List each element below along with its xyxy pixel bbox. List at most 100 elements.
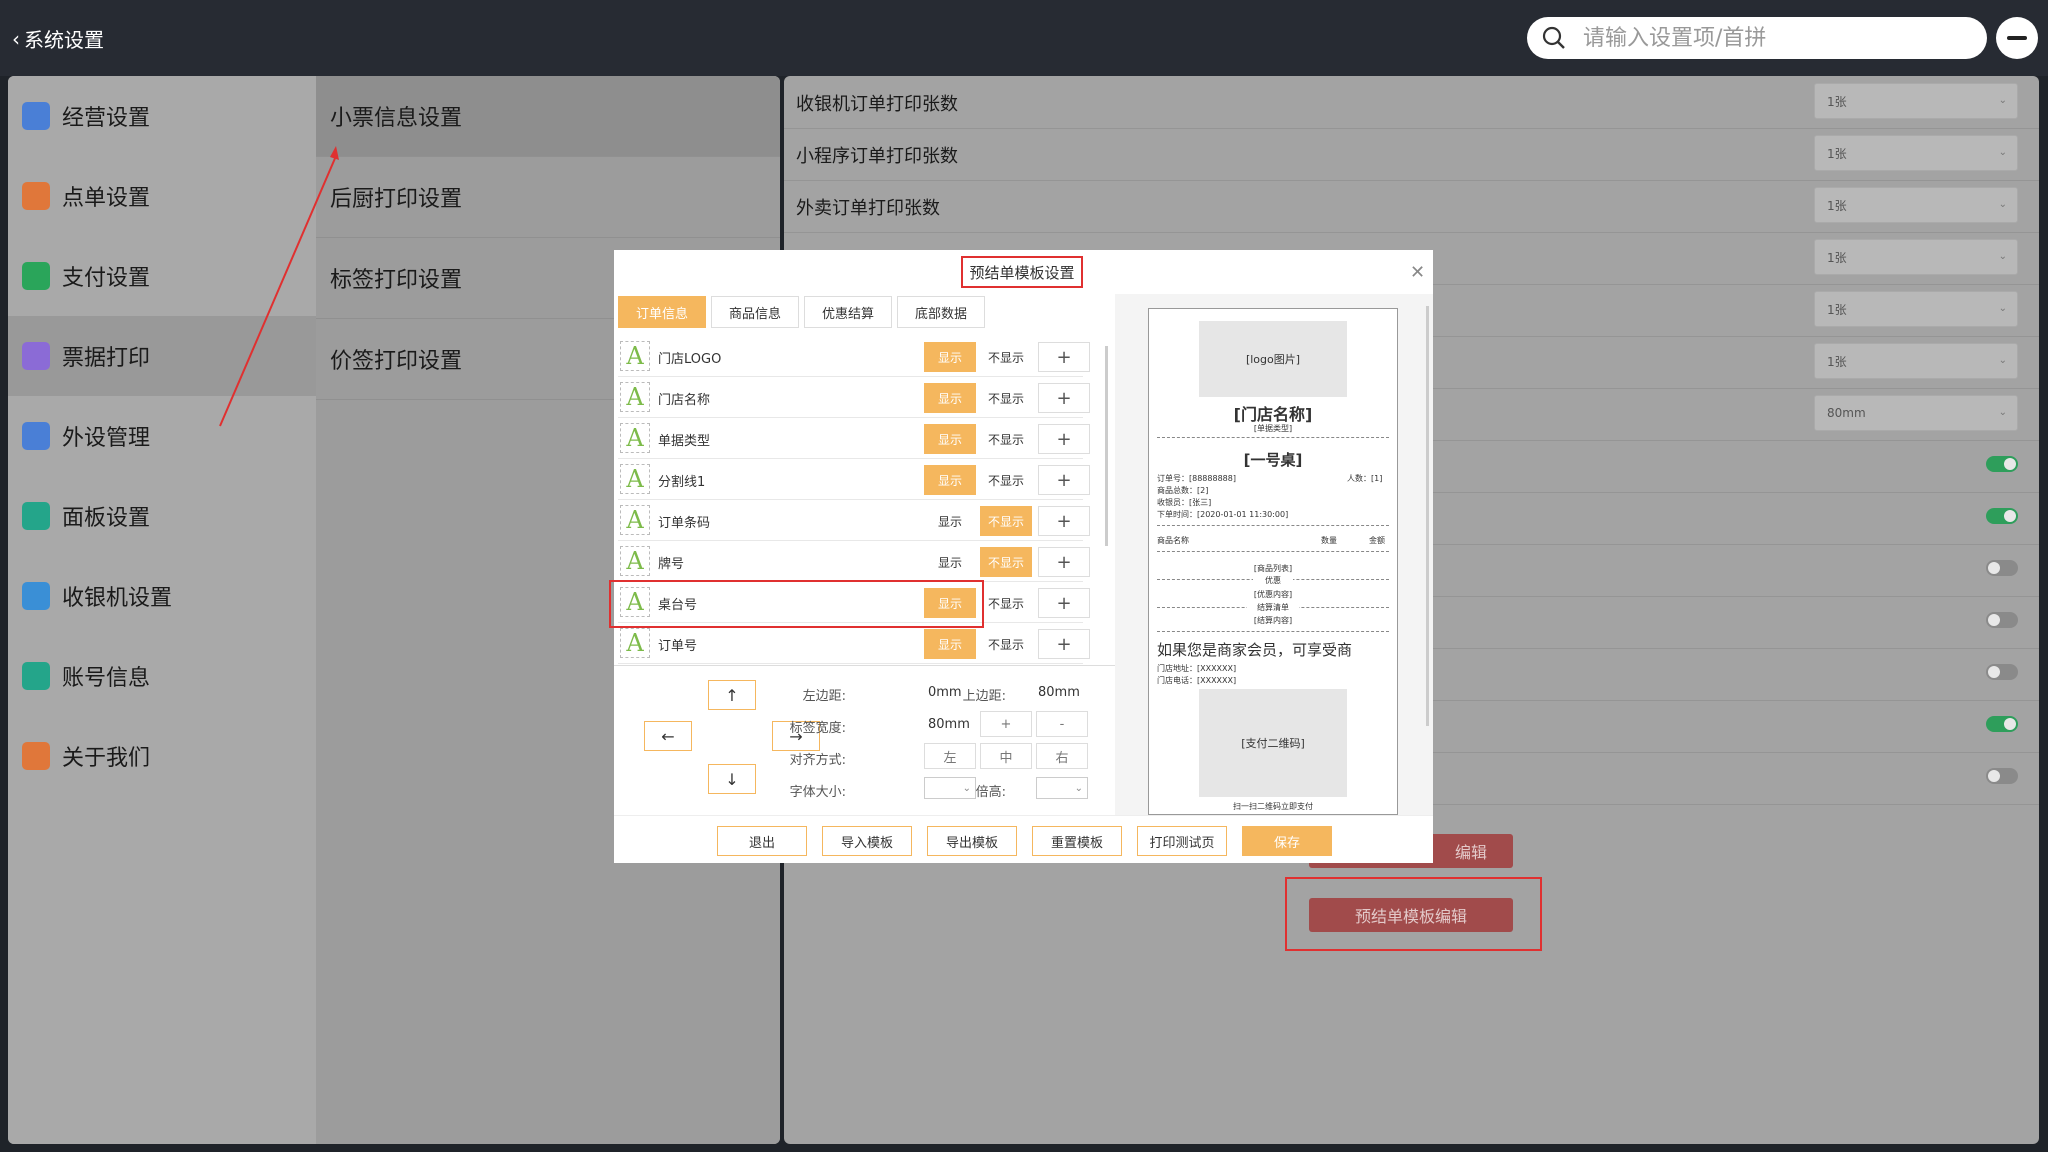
hide-button[interactable]: 不显示 — [980, 588, 1032, 618]
show-button[interactable]: 显示 — [924, 424, 976, 454]
nav-item-label: 外设管理 — [62, 426, 151, 451]
tab-0[interactable]: 订单信息 — [618, 296, 706, 328]
add-button[interactable]: + — [1038, 547, 1090, 577]
footer-button-4[interactable]: 打印测试页 — [1137, 826, 1227, 856]
field-highlight-box — [609, 580, 984, 628]
tab-1[interactable]: 商品信息 — [711, 296, 799, 328]
store-phone: 门店电话：[XXXXXX] — [1157, 676, 1237, 685]
add-button[interactable]: + — [1038, 383, 1090, 413]
hide-button[interactable]: 不显示 — [980, 629, 1032, 659]
width-minus-button[interactable]: - — [1036, 711, 1088, 737]
field-name: 门店名称 — [658, 393, 711, 408]
setting-select[interactable]: 80mm ⌄ — [1814, 395, 2018, 431]
setting-select[interactable]: 1张 ⌄ — [1814, 135, 2018, 171]
add-button[interactable]: + — [1038, 506, 1090, 536]
add-button[interactable]: + — [1038, 629, 1090, 659]
hide-button[interactable]: 不显示 — [980, 424, 1032, 454]
footer-button-3[interactable]: 重置模板 — [1032, 826, 1122, 856]
search-input[interactable] — [1581, 24, 1965, 52]
preview-scrollbar[interactable] — [1426, 306, 1429, 726]
setting-select[interactable]: 1张 ⌄ — [1814, 291, 2018, 327]
setting-value: 1张 — [1827, 198, 1847, 213]
nav-item-5[interactable]: 面板设置 — [8, 476, 316, 556]
nav-item-7[interactable]: 账号信息 — [8, 636, 316, 716]
text-field-icon: A — [620, 628, 650, 658]
move-up-button[interactable]: ↑ — [708, 680, 756, 710]
setting-value: 1张 — [1827, 354, 1847, 369]
show-button[interactable]: 显示 — [924, 547, 976, 577]
move-down-button[interactable]: ↓ — [708, 764, 756, 794]
chevron-down-icon: ⌄ — [1998, 303, 2007, 314]
info-icon — [22, 742, 50, 770]
height-select[interactable]: ⌄ — [1036, 777, 1088, 799]
label-width-value: 80mm — [928, 717, 970, 732]
toggle-switch[interactable] — [1986, 664, 2018, 680]
toggle-switch[interactable] — [1986, 612, 2018, 628]
toggle-switch[interactable] — [1986, 560, 2018, 576]
setting-select[interactable]: 1张 ⌄ — [1814, 343, 2018, 379]
footer-button-5[interactable]: 保存 — [1242, 826, 1332, 856]
setting-value: 80mm — [1827, 406, 1866, 420]
add-button[interactable]: + — [1038, 465, 1090, 495]
setting-select[interactable]: 1张 ⌄ — [1814, 187, 2018, 223]
field-list-scrollbar[interactable] — [1105, 346, 1108, 546]
back-button[interactable]: ‹ 系统设置 — [12, 24, 104, 53]
setting-row: 收银机订单打印张数 1张 ⌄ — [784, 76, 2039, 129]
col-qty: 数量 — [1321, 536, 1337, 545]
footer-button-0[interactable]: 退出 — [717, 826, 807, 856]
toggle-switch[interactable] — [1986, 716, 2018, 732]
toggle-switch[interactable] — [1986, 456, 2018, 472]
search-box[interactable] — [1527, 17, 1987, 59]
add-button[interactable]: + — [1038, 342, 1090, 372]
footer-button-2[interactable]: 导出模板 — [927, 826, 1017, 856]
minimize-button[interactable] — [1996, 17, 2038, 59]
field-name: 单据类型 — [658, 434, 711, 449]
setting-value: 1张 — [1827, 94, 1847, 109]
footer-button-1[interactable]: 导入模板 — [822, 826, 912, 856]
hide-button[interactable]: 不显示 — [980, 465, 1032, 495]
move-left-button[interactable]: ← — [644, 721, 692, 751]
toggle-switch[interactable] — [1986, 768, 2018, 784]
setting-value: 1张 — [1827, 250, 1847, 265]
show-button[interactable]: 显示 — [924, 629, 976, 659]
hide-button[interactable]: 不显示 — [980, 342, 1032, 372]
divider-line — [1157, 437, 1389, 438]
subnav-item-1[interactable]: 后厨打印设置 — [316, 157, 780, 238]
setting-select[interactable]: 1张 ⌄ — [1814, 83, 2018, 119]
close-icon[interactable]: ✕ — [1410, 262, 1425, 283]
tab-2[interactable]: 优惠结算 — [804, 296, 892, 328]
hide-button[interactable]: 不显示 — [980, 383, 1032, 413]
add-button[interactable]: + — [1038, 588, 1090, 618]
setting-select[interactable]: 1张 ⌄ — [1814, 239, 2018, 275]
hide-button[interactable]: 不显示 — [980, 547, 1032, 577]
align-center-button[interactable]: 中 — [980, 743, 1032, 769]
store-name: [门店名称] — [1233, 405, 1313, 424]
subnav-item-0[interactable]: 小票信息设置 — [316, 76, 780, 157]
nav-item-6[interactable]: 收银机设置 — [8, 556, 316, 636]
goods-total: 商品总数：[2] — [1157, 486, 1209, 495]
search-icon — [1542, 26, 1565, 49]
show-button[interactable]: 显示 — [924, 383, 976, 413]
width-plus-button[interactable]: + — [980, 711, 1032, 737]
cashier-icon — [22, 582, 50, 610]
hide-button[interactable]: 不显示 — [980, 506, 1032, 536]
setting-label: 小程序订单打印张数 — [796, 146, 958, 167]
chevron-left-icon: ‹ — [12, 26, 20, 51]
divider-line — [1157, 631, 1389, 632]
nav-item-8[interactable]: 关于我们 — [8, 716, 316, 796]
show-button[interactable]: 显示 — [924, 342, 976, 372]
cashier: 收银员：[张三] — [1157, 498, 1212, 507]
field-row: A 订单号 显示 不显示 + — [618, 625, 1090, 664]
show-button[interactable]: 显示 — [924, 465, 976, 495]
order-number: 订单号：[88888888] — [1157, 474, 1236, 483]
align-right-button[interactable]: 右 — [1036, 743, 1088, 769]
align-left-button[interactable]: 左 — [924, 743, 976, 769]
field-name: 牌号 — [658, 557, 685, 572]
show-button[interactable]: 显示 — [924, 506, 976, 536]
toggle-switch[interactable] — [1986, 508, 2018, 524]
nav-item-label: 收银机设置 — [62, 586, 173, 611]
chevron-down-icon: ⌄ — [1998, 251, 2007, 262]
add-button[interactable]: + — [1038, 424, 1090, 454]
tab-3[interactable]: 底部数据 — [897, 296, 985, 328]
text-field-icon: A — [620, 546, 650, 576]
